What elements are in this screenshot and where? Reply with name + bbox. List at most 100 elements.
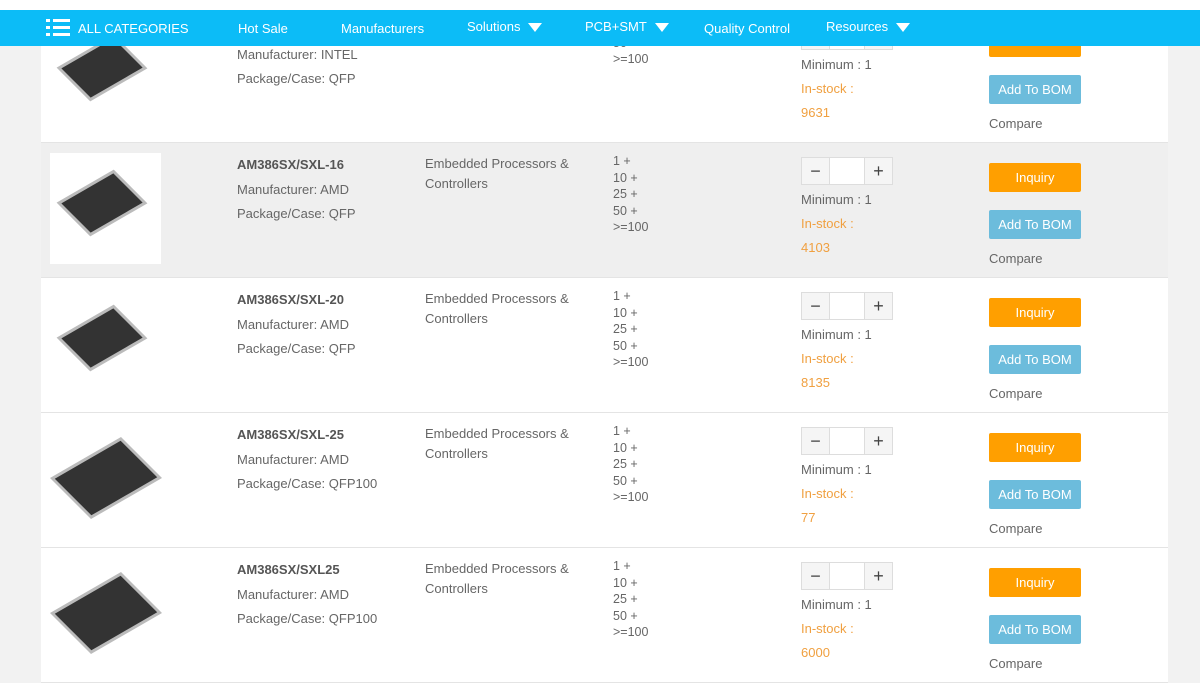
inquiry-button[interactable]: Inquiry — [989, 433, 1081, 462]
nav-quality-control[interactable]: Quality Control — [704, 21, 790, 36]
product-manufacturer: Manufacturer: AMD — [237, 452, 349, 467]
caret-down-icon — [654, 23, 669, 33]
main-nav: ALL CATEGORIES Hot Sale Manufacturers So… — [0, 10, 1200, 46]
price-break: 25 + — [613, 322, 638, 337]
price-break: 10 + — [613, 575, 638, 590]
product-category: Embedded Processors & Controllers — [425, 561, 569, 596]
add-to-bom-button[interactable]: Add To BOM — [989, 615, 1081, 644]
product-category: Embedded Processors & Controllers — [425, 291, 569, 326]
plus-button[interactable]: + — [865, 158, 892, 184]
nav-manufacturers[interactable]: Manufacturers — [341, 21, 424, 36]
price-break: 1 + — [613, 154, 631, 168]
product-package: Package/Case: QFP — [237, 71, 356, 86]
instock-label: In-stock : — [801, 621, 854, 636]
compare-link[interactable]: Compare — [989, 386, 1042, 401]
product-row: AM386SX/SXL25 Manufacturer: AMD Package/… — [41, 548, 1168, 683]
price-break: 10 + — [613, 305, 638, 320]
price-break: 50 + — [613, 338, 638, 353]
instock-label: In-stock : — [801, 486, 854, 501]
price-break: 25 + — [613, 592, 638, 607]
product-category: Embedded Processors & Controllers — [425, 426, 569, 461]
minimum-qty: Minimum : 1 — [801, 462, 872, 477]
minus-button[interactable]: − — [802, 293, 829, 319]
compare-link[interactable]: Compare — [989, 656, 1042, 671]
price-break: 25 + — [613, 187, 638, 202]
instock-label: In-stock : — [801, 351, 854, 366]
price-breaks: 1 + 10 + 25 + 50 + >=100 — [613, 153, 648, 236]
quantity-stepper: − + — [801, 157, 893, 185]
product-package: Package/Case: QFP — [237, 341, 356, 356]
nav-resources-label: Resources — [826, 19, 889, 34]
inquiry-button[interactable]: Inquiry — [989, 568, 1081, 597]
nav-solutions-label: Solutions — [467, 19, 521, 34]
compare-link[interactable]: Compare — [989, 251, 1042, 266]
minus-button[interactable]: − — [802, 158, 829, 184]
nav-pcb-smt[interactable]: PCB+SMT — [585, 19, 669, 34]
add-to-bom-button[interactable]: Add To BOM — [989, 345, 1081, 374]
product-package: Package/Case: QFP — [237, 206, 356, 221]
product-row: AM386SX/SXL-20 Manufacturer: AMD Package… — [41, 278, 1168, 413]
instock-qty: 4103 — [801, 240, 830, 255]
inquiry-button[interactable]: Inquiry — [989, 298, 1081, 327]
minimum-qty: Minimum : 1 — [801, 597, 872, 612]
product-list: Manufacturer: INTEL Package/Case: QFP 25… — [41, 8, 1168, 683]
product-package: Package/Case: QFP100 — [237, 611, 378, 626]
price-breaks: 1 + 10 + 25 + 50 + >=100 — [613, 558, 648, 641]
price-break: 10 + — [613, 440, 638, 455]
inquiry-button[interactable]: Inquiry — [989, 163, 1081, 192]
minimum-qty: Minimum : 1 — [801, 192, 872, 207]
price-breaks: 1 + 10 + 25 + 50 + >=100 — [613, 423, 648, 506]
top-strip — [0, 0, 1200, 10]
nav-all-categories[interactable]: ALL CATEGORIES — [78, 21, 189, 36]
compare-link[interactable]: Compare — [989, 521, 1042, 536]
price-break: 50 + — [613, 203, 638, 218]
product-row: AM386SX/SXL-25 Manufacturer: AMD Package… — [41, 413, 1168, 548]
product-category: Embedded Processors & Controllers — [425, 156, 569, 191]
nav-hot-sale[interactable]: Hot Sale — [238, 21, 288, 36]
price-break: >=100 — [613, 52, 649, 67]
minus-button[interactable]: − — [802, 563, 829, 589]
minimum-qty: Minimum : 1 — [801, 327, 872, 342]
compare-link[interactable]: Compare — [989, 116, 1042, 131]
product-name[interactable]: AM386SX/SXL-25 — [237, 427, 344, 442]
price-break: 1 + — [613, 424, 631, 438]
add-to-bom-button[interactable]: Add To BOM — [989, 210, 1081, 239]
plus-button[interactable]: + — [865, 428, 892, 454]
product-image[interactable] — [50, 288, 161, 399]
product-image[interactable] — [50, 423, 161, 534]
chip-image — [61, 308, 143, 368]
chip-image — [61, 173, 143, 233]
quantity-input[interactable] — [829, 563, 865, 589]
quantity-input[interactable] — [829, 293, 865, 319]
instock-qty: 9631 — [801, 105, 830, 120]
quantity-stepper: − + — [801, 427, 893, 455]
quantity-stepper: − + — [801, 292, 893, 320]
plus-button[interactable]: + — [865, 293, 892, 319]
nav-pcb-smt-label: PCB+SMT — [585, 19, 647, 34]
quantity-input[interactable] — [829, 158, 865, 184]
price-break: 50 + — [613, 608, 638, 623]
product-name[interactable]: AM386SX/SXL25 — [237, 562, 340, 577]
price-break: >=100 — [613, 220, 649, 235]
price-break: 1 + — [613, 559, 631, 573]
menu-list-icon[interactable] — [46, 18, 70, 38]
add-to-bom-button[interactable]: Add To BOM — [989, 75, 1081, 104]
instock-label: In-stock : — [801, 216, 854, 231]
minus-button[interactable]: − — [802, 428, 829, 454]
nav-solutions[interactable]: Solutions — [467, 19, 543, 34]
plus-button[interactable]: + — [865, 563, 892, 589]
chip-image — [54, 440, 158, 516]
add-to-bom-button[interactable]: Add To BOM — [989, 480, 1081, 509]
price-breaks: 1 + 10 + 25 + 50 + >=100 — [613, 288, 648, 371]
instock-qty: 77 — [801, 510, 816, 525]
nav-resources[interactable]: Resources — [826, 19, 911, 34]
quantity-input[interactable] — [829, 428, 865, 454]
product-name[interactable]: AM386SX/SXL-20 — [237, 292, 344, 307]
product-image[interactable] — [50, 558, 161, 669]
chip-image — [61, 38, 143, 98]
instock-label: In-stock : — [801, 81, 854, 96]
product-manufacturer: Manufacturer: AMD — [237, 317, 349, 332]
product-manufacturer: Manufacturer: AMD — [237, 587, 349, 602]
product-name[interactable]: AM386SX/SXL-16 — [237, 157, 344, 172]
product-image[interactable] — [50, 153, 161, 264]
